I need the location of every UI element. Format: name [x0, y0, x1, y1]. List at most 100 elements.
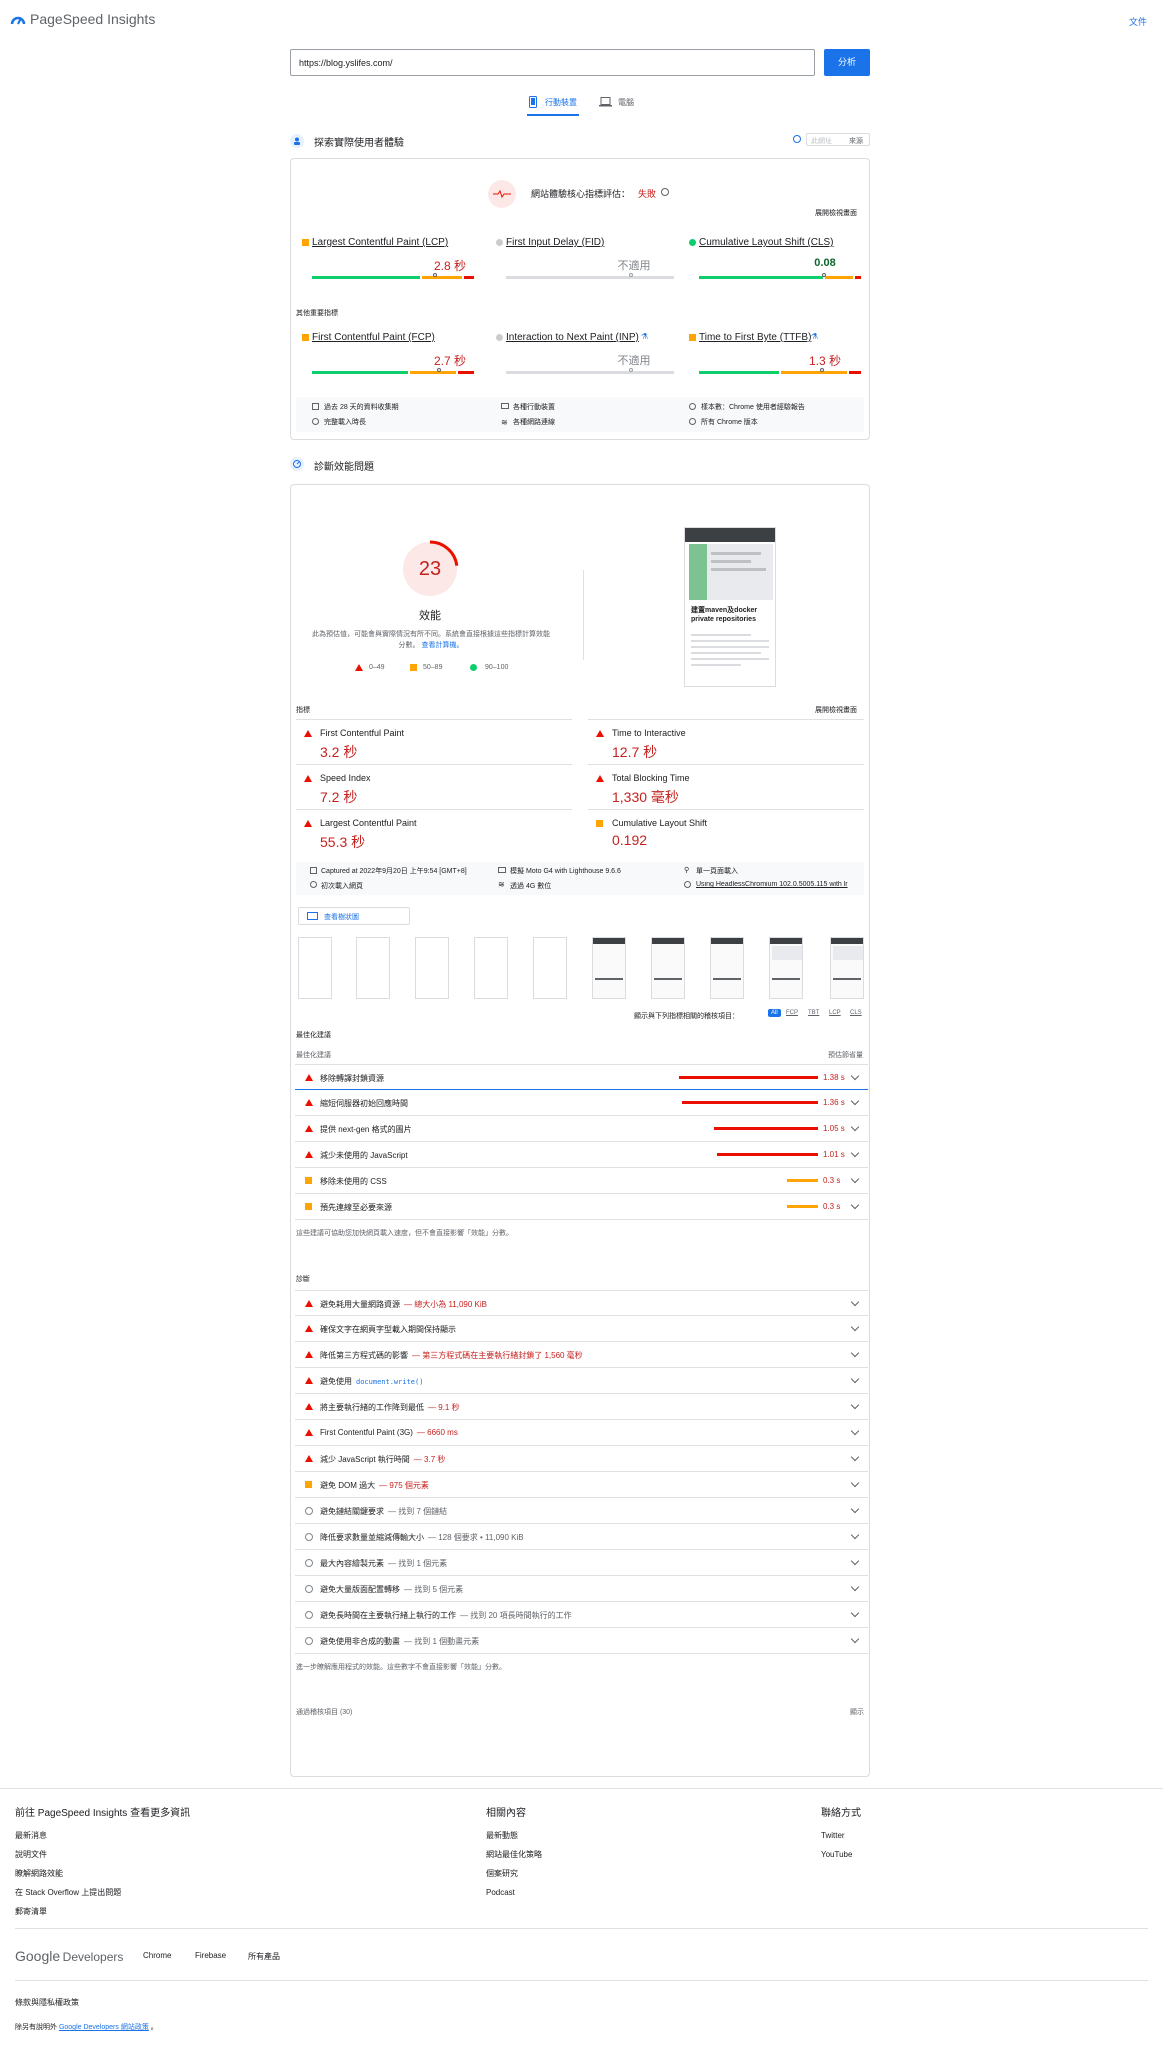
view-treemap-button[interactable]: 查看樹狀圖 [298, 907, 410, 925]
chevron-down-icon[interactable] [850, 1556, 860, 1566]
footer-note-suffix: 。 [150, 2024, 158, 2031]
opportunity-row[interactable]: 移除未使用的 CSS 0.3 s [295, 1168, 868, 1194]
diagnostic-row[interactable]: 降低要求數量並縮減傳輸大小 — 128 個要求 • 11,090 KiB [295, 1524, 868, 1550]
footer-brand-links: Chrome Firebase 所有產品 [143, 1951, 443, 1965]
opportunity-row[interactable]: 移除轉譯封鎖資源 1.38 s [295, 1064, 868, 1090]
footer-link[interactable]: 郵寄清單 [15, 1902, 315, 1921]
chevron-down-icon[interactable] [850, 1426, 860, 1436]
chevron-down-icon[interactable] [850, 1478, 860, 1488]
metric-name: Largest Contentful Paint [320, 818, 417, 828]
filter-cls[interactable]: CLS [850, 1010, 862, 1016]
diagnostic-title: 降低第三方程式碼的影響 [320, 1351, 408, 1360]
footer-link[interactable]: 個案研究 [486, 1864, 686, 1883]
info-icon[interactable] [793, 135, 801, 143]
cwv-label: 網站體驗核心指標評估： [531, 189, 631, 199]
metric-name[interactable]: Largest Contentful Paint (LCP) [312, 237, 448, 248]
chevron-down-icon[interactable] [850, 1504, 860, 1514]
diagnostic-row[interactable]: First Contentful Paint (3G) — 6660 ms [295, 1420, 868, 1446]
footer-link[interactable]: 在 Stack Overflow 上提出問題 [15, 1883, 315, 1902]
footer-link[interactable]: 說明文件 [15, 1845, 315, 1864]
performance-gauge: 23 [400, 539, 460, 599]
footer-link[interactable]: 瞭解網路效能 [15, 1864, 315, 1883]
diagnostic-row[interactable]: 避免 DOM 過大 — 975 個元素 [295, 1472, 868, 1498]
diagnostic-row[interactable]: 最大內容繪製元素 — 找到 1 個元素 [295, 1550, 868, 1576]
chevron-down-icon[interactable] [850, 1608, 860, 1618]
distribution-na [506, 276, 674, 279]
tab-mobile[interactable]: 行動裝置 [527, 94, 579, 116]
diagnostic-text: 避免大量版面配置轉移 — 找到 5 個元素 [320, 1584, 463, 1595]
distribution-good [699, 371, 779, 374]
footer-link-all-products[interactable]: 所有產品 [248, 1951, 280, 1962]
diagnostic-row[interactable]: 降低第三方程式碼的影響 — 第三方程式碼在主要執行緒封鎖了 1,560 毫秒 [295, 1342, 868, 1368]
diagnostic-row[interactable]: 避免長時間在主要執行緒上執行的工作 — 找到 20 項長時間執行的工作 [295, 1602, 868, 1628]
chevron-down-icon[interactable] [850, 1582, 860, 1592]
footer-link[interactable]: YouTube [821, 1845, 971, 1864]
diagnostic-row[interactable]: 將主要執行緒的工作降到最低 — 9.1 秒 [295, 1394, 868, 1420]
footer-link-firebase[interactable]: Firebase [195, 1951, 226, 1960]
diagnostic-row[interactable]: 確保文字在網頁字型載入期間保持顯示 [295, 1316, 868, 1342]
final-screenshot[interactable]: 建置maven及docker private repositories [684, 527, 776, 687]
metric-name[interactable]: Time to First Byte (TTFB) [699, 332, 811, 343]
diagnostic-row[interactable]: 避免使用非合成的動畫 — 找到 1 個動畫元素 [295, 1628, 868, 1654]
na-dot-icon [496, 334, 503, 341]
filter-tbt[interactable]: TBT [808, 1010, 819, 1016]
opportunity-row[interactable]: 提供 next-gen 格式的圖片 1.05 s [295, 1116, 868, 1142]
chevron-down-icon[interactable] [850, 1452, 860, 1462]
help-icon[interactable] [661, 188, 669, 196]
passed-audits-label[interactable]: 通過稽核項目 (30) [296, 1707, 352, 1717]
calculator-link[interactable]: 查看計算機。 [421, 642, 463, 649]
diagnostic-row[interactable]: 避免耗用大量網路資源 — 總大小為 11,090 KiB [295, 1290, 868, 1316]
diagnostic-row[interactable]: 避免大量版面配置轉移 — 找到 5 個元素 [295, 1576, 868, 1602]
chevron-down-icon[interactable] [850, 1400, 860, 1410]
filter-all[interactable]: All [768, 1009, 781, 1017]
diagnostic-detail: — 找到 1 個動畫元素 [404, 1637, 480, 1646]
chevron-down-icon[interactable] [850, 1530, 860, 1540]
footer-link[interactable]: Twitter [821, 1826, 971, 1845]
opportunity-row[interactable]: 減少未使用的 JavaScript 1.01 s [295, 1142, 868, 1168]
opportunity-row[interactable]: 預先連線至必要來源 0.3 s [295, 1194, 868, 1220]
site-policy-link[interactable]: Google Developers 網站政策 [59, 2024, 149, 2031]
url-input[interactable]: https://blog.yslifes.com/ [290, 49, 815, 76]
metric-name[interactable]: First Input Delay (FID) [506, 237, 604, 248]
chevron-down-icon[interactable] [850, 1297, 860, 1307]
diagnostic-row[interactable]: 避免鏈結關鍵要求 — 找到 7 個鏈結 [295, 1498, 868, 1524]
distribution-average [422, 276, 462, 279]
diagnostic-detail: — 總大小為 11,090 KiB [404, 1300, 487, 1309]
metric-name[interactable]: Cumulative Layout Shift (CLS) [699, 237, 834, 248]
lab-expand-view[interactable]: 展開檢視畫面 [815, 705, 857, 715]
docs-link[interactable]: 文件 [1129, 15, 1147, 28]
footer-link[interactable]: 最新消息 [15, 1826, 315, 1845]
footer-link[interactable]: 網站最佳化策略 [486, 1845, 686, 1864]
footer-link-chrome[interactable]: Chrome [143, 1951, 171, 1960]
google-wordmark: Google [15, 1948, 61, 1964]
app-title[interactable]: PageSpeed Insights [30, 11, 155, 27]
toggle-this-url[interactable]: 此網址 [811, 136, 832, 146]
fail-triangle-icon [304, 730, 312, 737]
diagnostic-row[interactable]: 減少 JavaScript 執行時間 — 3.7 秒 [295, 1446, 868, 1472]
diagnostics-list: 避免耗用大量網路資源 — 總大小為 11,090 KiB 確保文字在網頁字型載入期間… [295, 1290, 868, 1654]
filter-label: 顯示與下列指標相關的稽核項目： [634, 1013, 739, 1020]
diagnostic-title: First Contentful Paint (3G) [320, 1428, 413, 1437]
footer-link[interactable]: Podcast [486, 1883, 686, 1902]
chevron-down-icon[interactable] [850, 1634, 860, 1644]
passed-audits-show[interactable]: 顯示 [850, 1707, 864, 1717]
analyze-button[interactable]: 分析 [824, 49, 870, 76]
metric-name[interactable]: Interaction to Next Paint (INP) [506, 332, 639, 343]
chevron-down-icon[interactable] [850, 1348, 860, 1358]
chevron-down-icon[interactable] [850, 1322, 860, 1332]
opportunity-row[interactable]: 縮短伺服器初始回應時間 1.36 s [295, 1090, 868, 1116]
footer-link[interactable]: 最新動態 [486, 1826, 686, 1845]
diagnostic-row[interactable]: 避免使用 document.write() [295, 1368, 868, 1394]
footer-divider [15, 1928, 1148, 1929]
chevron-down-icon[interactable] [850, 1374, 860, 1384]
filter-fcp[interactable]: FCP [786, 1010, 798, 1016]
google-developers-logo[interactable]: Google Developers [15, 1948, 123, 1966]
filter-lcp[interactable]: LCP [829, 1010, 841, 1016]
tab-desktop[interactable]: 電腦 [599, 94, 644, 116]
toggle-origin[interactable]: 來源 [849, 136, 863, 146]
metric-name[interactable]: First Contentful Paint (FCP) [312, 332, 435, 343]
fail-triangle-icon [305, 1151, 313, 1158]
savings-bar [679, 1076, 818, 1079]
terms-link[interactable]: 條款與隱私權政策 [15, 1997, 79, 2008]
field-expand-view[interactable]: 展開檢視畫面 [815, 208, 857, 218]
